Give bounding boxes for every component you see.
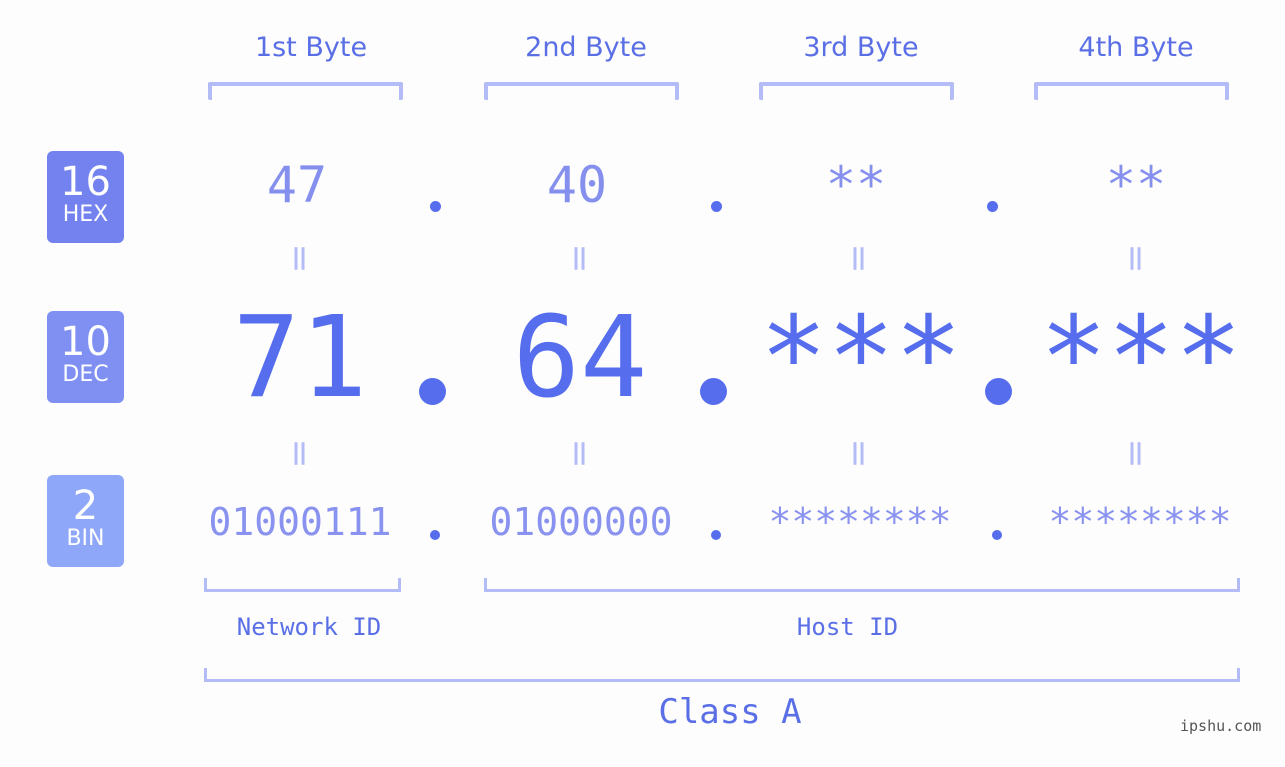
class-bracket [204,668,1240,682]
equals-icon: = [1115,243,1157,274]
host-id-label: Host ID [796,613,899,641]
dec-byte-1: 71 [232,293,368,423]
hex-dot-2 [711,201,722,212]
bin-byte-3: ******** [768,500,952,544]
bin-badge: 2 BIN [47,475,124,567]
equals-icon: = [838,243,880,274]
header-byte-3: 3rd Byte [803,32,919,63]
bin-dot-3 [992,530,1002,540]
hex-byte-4: ** [1105,156,1167,214]
hex-byte-2: 40 [546,156,608,214]
bracket-byte-4 [1034,82,1229,100]
host-id-bracket [484,578,1240,592]
equals-icon: = [279,438,321,469]
bracket-byte-3 [759,82,954,100]
dec-base: 10 [60,319,111,365]
header-byte-1: 1st Byte [254,32,368,63]
equals-icon: = [1115,438,1157,469]
equals-icon: = [559,243,601,274]
dec-dot-1 [419,378,446,405]
dec-byte-4: *** [1039,293,1243,423]
hex-byte-1: 47 [266,156,328,214]
bin-base: 2 [72,483,99,529]
bracket-byte-2 [484,82,679,100]
header-byte-2: 2nd Byte [525,32,647,63]
dec-dot-2 [700,378,727,405]
network-id-bracket [204,578,401,592]
dec-label: DEC [62,362,109,387]
bin-label: BIN [66,526,105,551]
header-byte-4: 4th Byte [1078,32,1194,63]
network-id-label: Network ID [236,613,382,641]
watermark: ipshu.com [1180,717,1262,735]
equals-icon: = [559,438,601,469]
bin-byte-1: 01000111 [208,500,392,544]
bin-byte-4: ******** [1048,500,1232,544]
bracket-byte-1 [208,82,403,100]
dec-byte-2: 64 [512,293,648,423]
hex-dot-1 [430,201,441,212]
equals-icon: = [838,438,880,469]
bin-dot-1 [430,530,440,540]
hex-dot-3 [987,201,998,212]
class-label: Class A [658,692,802,732]
bin-byte-2: 01000000 [489,500,673,544]
dec-badge: 10 DEC [47,311,124,403]
dec-byte-3: *** [759,293,963,423]
hex-base: 16 [60,159,111,205]
hex-label: HEX [62,202,109,227]
hex-byte-3: ** [825,156,887,214]
hex-badge: 16 HEX [47,151,124,243]
bin-dot-2 [711,530,721,540]
equals-icon: = [279,243,321,274]
dec-dot-3 [985,378,1012,405]
